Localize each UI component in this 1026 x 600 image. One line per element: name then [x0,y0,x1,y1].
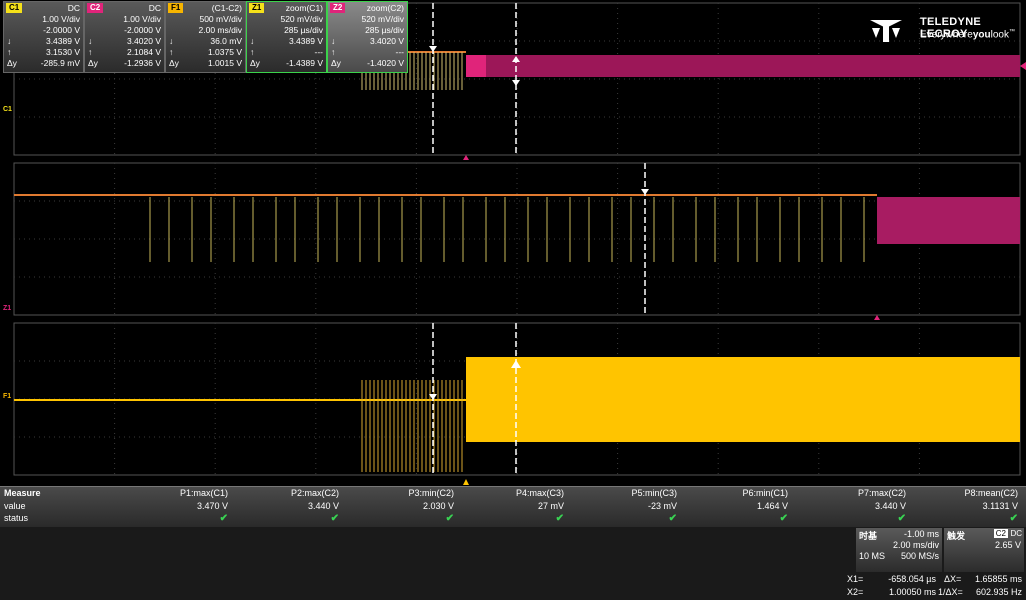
channel-box-c1[interactable]: C1 DC 1.00 V/div -2.0000 V ↓ 3.4389 V ↑ 3.1… [3,1,84,73]
param-value-p2: 3.440 V [307,501,339,511]
status-check-icon: ✔ [779,513,788,524]
cursor-inv-value: 602.935 Hz [975,587,1022,597]
cursor-x2-value: 1.00050 ms [888,587,936,597]
status-check-icon: ✔ [668,513,677,524]
trigger-box[interactable]: 触发 C2 DC 2.65 V [944,528,1024,572]
param-value-p3: 2.030 V [422,501,454,511]
channel-tag: F1 [168,3,184,13]
channel-label-z1[interactable]: Z1 [3,305,11,312]
channel-box-z1[interactable]: Z1 zoom(C1) 520 mV/div 285 µs/div ↓ 3.4389… [246,1,327,73]
cursor-dx-value: 1.65855 ms [974,574,1022,584]
status-check-icon: ✔ [219,513,228,524]
status-check-icon: ✔ [1009,513,1018,524]
brand-logo: TELEDYNE LECROY Everywhereyoulook™ [868,14,1020,46]
param-value-p8: 3.1131 V [982,501,1018,511]
param-name-p7[interactable]: P7:max(C2) [796,488,906,498]
cursor-x1-label: X1= [847,574,864,584]
param-name-p1[interactable]: P1:max(C1) [118,488,228,498]
timebase-delay: -1.00 ms [903,529,939,539]
cursor-x2-label: X2= [847,587,864,597]
param-name-p8[interactable]: P8:mean(C2) [908,488,1018,498]
trigger-source: C2 [993,529,1008,538]
timebase-box[interactable]: 时基 -1.00 ms 2.00 ms/div 10 MS 500 MS/s [856,528,942,572]
channel-box-z2[interactable]: Z2 zoom(C2) 520 mV/div 285 µs/div ↓ 3.4020… [327,1,408,73]
param-name-p3[interactable]: P3:min(C2) [344,488,454,498]
channel-label-f1[interactable]: F1 [3,393,11,400]
measure-value-label: value [4,501,26,511]
param-value-p4: 27 mV [537,501,564,511]
param-value-p6: 1.464 V [756,501,788,511]
trigger-level: 2.65 V [994,540,1021,550]
param-name-p4[interactable]: P4:max(C3) [454,488,564,498]
channel-label-c1[interactable]: C1 [3,106,12,113]
status-check-icon: ✔ [330,513,339,524]
cursor-x1-value: -658.054 µs [888,574,936,584]
channel-tag: Z1 [249,3,265,13]
channel-box-f1[interactable]: F1 (C1-C2) 500 mV/div 2.00 ms/div ↓ 36.0 m… [165,1,246,73]
timebase-hdiv: 2.00 ms/div [892,540,939,550]
trigger-coupling: DC [1010,529,1022,538]
channel-tag: C1 [6,3,23,13]
status-check-icon: ✔ [897,513,906,524]
channel-box-c2[interactable]: C2 DC 1.00 V/div -2.0000 V ↓ 3.4020 V ↑ 2.1… [84,1,165,73]
channel-tag: C2 [87,3,104,13]
param-value-p1: 3.470 V [196,501,228,511]
param-name-p2[interactable]: P2:max(C2) [229,488,339,498]
status-check-icon: ✔ [555,513,564,524]
param-value-p7: 3.440 V [874,501,906,511]
param-value-p5: -23 mV [647,501,677,511]
measure-table[interactable]: Measure P1:max(C1) P2:max(C2) P3:min(C2)… [0,486,1026,527]
measure-title: Measure [4,488,41,498]
measure-status-label: status [4,513,29,523]
timebase-samples: 10 MS [859,551,886,561]
timebase-rate: 500 MS/s [900,551,939,561]
param-name-p5[interactable]: P5:min(C3) [567,488,677,498]
cursor-dx-label: ΔX= [944,574,962,584]
brand-tagline: Everywhereyoulook™ [920,29,1015,41]
channel-tag: Z2 [330,3,346,13]
param-name-p6[interactable]: P6:min(C1) [678,488,788,498]
status-check-icon: ✔ [445,513,454,524]
